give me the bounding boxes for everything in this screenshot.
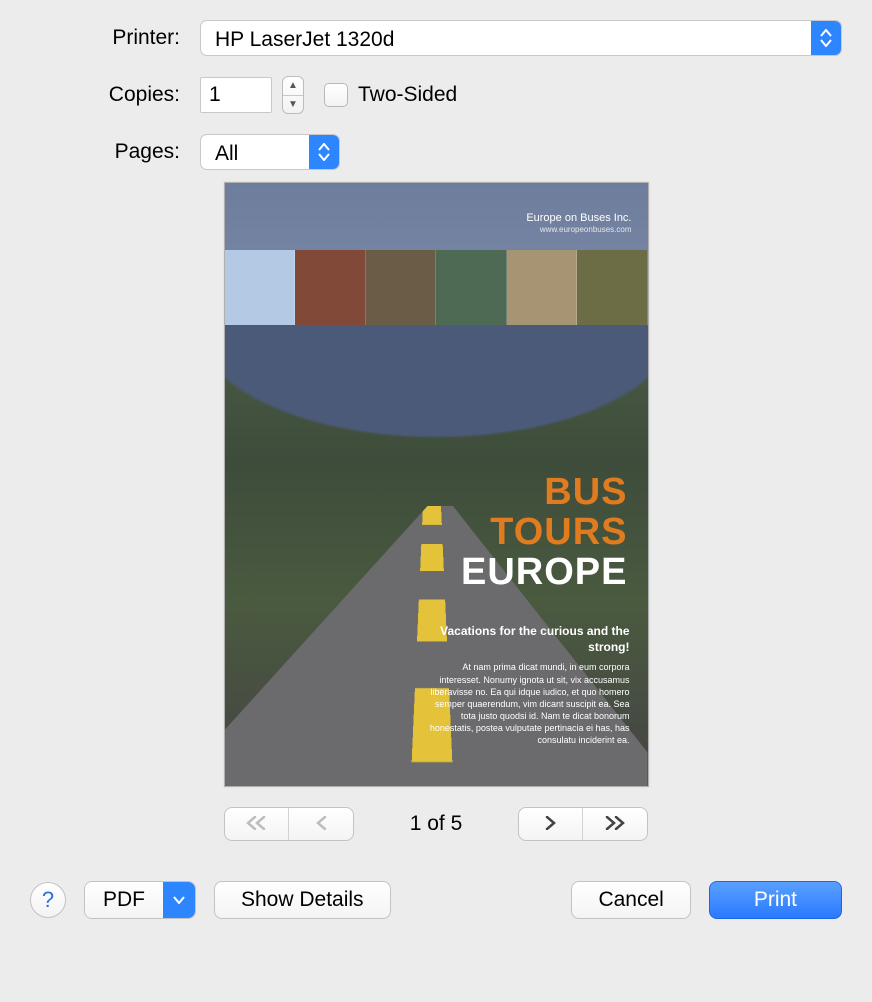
pdf-label: PDF [85, 882, 163, 918]
preview-headline-2: TOURS [461, 513, 627, 553]
pdf-dropdown[interactable]: PDF [84, 881, 196, 919]
copies-input[interactable] [200, 77, 272, 113]
preview-thumb-row [225, 250, 648, 325]
bottom-bar: ? PDF Show Details Cancel Print [30, 881, 842, 919]
print-dialog: Printer: HP LaserJet 1320d Copies: ▲ ▼ T… [0, 0, 872, 949]
copies-row: Copies: ▲ ▼ Two-Sided [30, 76, 842, 114]
double-chevron-left-icon [246, 816, 266, 833]
preview-tagline: Vacations for the curious and the strong… [420, 623, 630, 655]
stepper-up-icon[interactable]: ▲ [283, 77, 303, 96]
first-page-button[interactable] [225, 808, 289, 840]
help-icon: ? [42, 887, 54, 913]
preview-headline-3: EUROPE [461, 553, 627, 593]
preview-company-name: Europe on Buses Inc. [526, 211, 631, 225]
copies-stepper[interactable]: ▲ ▼ [282, 76, 304, 114]
preview-company: Europe on Buses Inc. www.europeonbuses.c… [526, 211, 631, 236]
preview-headline-1: BUS [461, 473, 627, 513]
double-chevron-right-icon [605, 816, 625, 833]
pages-row: Pages: All [30, 134, 842, 170]
form-rows: Printer: HP LaserJet 1320d Copies: ▲ ▼ T… [30, 20, 842, 170]
two-sided-checkbox[interactable] [324, 83, 348, 107]
pages-selected: All [201, 135, 309, 169]
preview-area: Europe on Buses Inc. www.europeonbuses.c… [30, 182, 842, 841]
printer-label: Printer: [30, 26, 200, 50]
show-details-button[interactable]: Show Details [214, 881, 391, 919]
chevron-right-icon [545, 816, 557, 833]
next-page-button[interactable] [519, 808, 583, 840]
stepper-down-icon[interactable]: ▼ [283, 96, 303, 114]
pages-dropdown[interactable]: All [200, 134, 340, 170]
prev-page-button[interactable] [289, 808, 353, 840]
two-sided-label: Two-Sided [358, 83, 457, 107]
printer-dropdown[interactable]: HP LaserJet 1320d [200, 20, 842, 56]
pages-label: Pages: [30, 140, 200, 164]
chevron-left-icon [315, 816, 327, 833]
preview-body: At nam prima dicat mundi, in eum corpora… [420, 661, 630, 746]
page-indicator: 1 of 5 [410, 812, 463, 836]
cancel-button[interactable]: Cancel [571, 881, 690, 919]
page-pager: 1 of 5 [224, 807, 649, 841]
chevron-down-icon [163, 882, 195, 918]
print-button[interactable]: Print [709, 881, 842, 919]
pager-back-group [224, 807, 354, 841]
pager-forward-group [518, 807, 648, 841]
preview-company-url: www.europeonbuses.com [526, 225, 631, 235]
help-button[interactable]: ? [30, 882, 66, 918]
printer-selected: HP LaserJet 1320d [201, 21, 811, 55]
updown-arrows-icon [309, 135, 339, 169]
page-preview: Europe on Buses Inc. www.europeonbuses.c… [224, 182, 649, 787]
updown-arrows-icon [811, 21, 841, 55]
copies-label: Copies: [30, 83, 200, 107]
preview-blurb: Vacations for the curious and the strong… [420, 623, 630, 746]
preview-headlines: BUS TOURS EUROPE [461, 473, 627, 593]
printer-row: Printer: HP LaserJet 1320d [30, 20, 842, 56]
last-page-button[interactable] [583, 808, 647, 840]
